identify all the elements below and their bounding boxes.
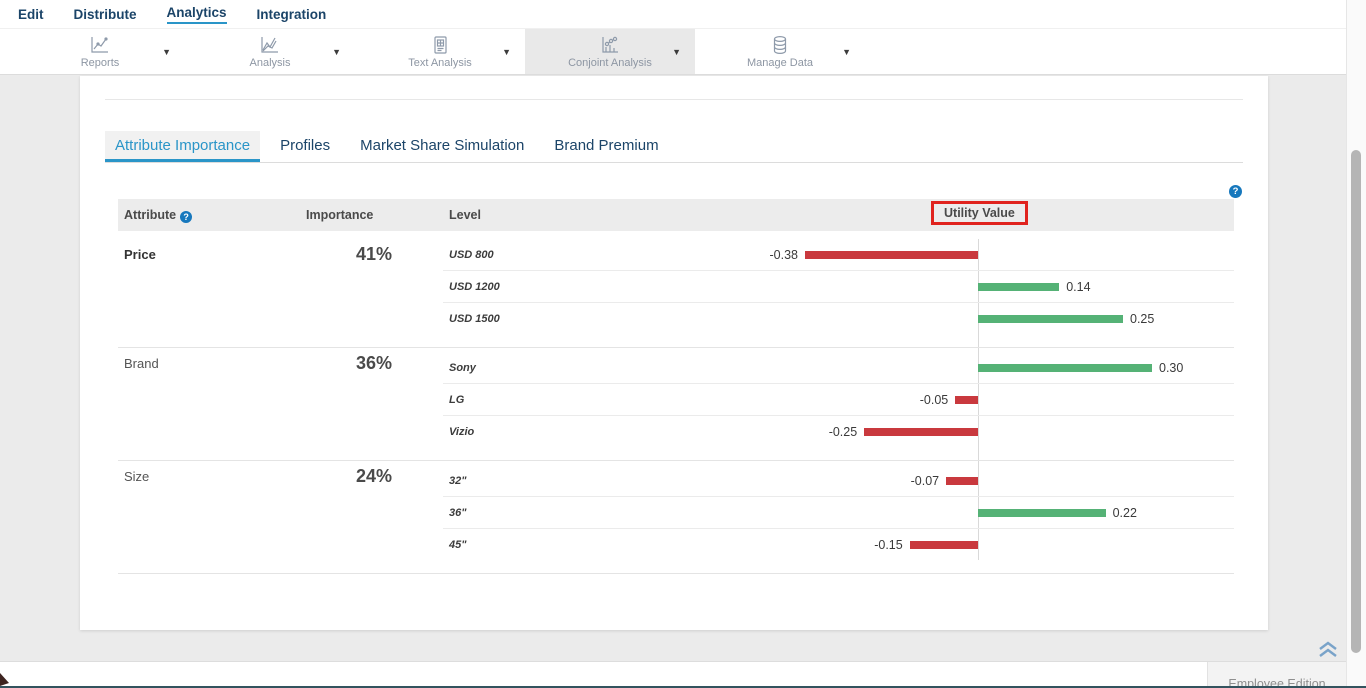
importance-value: 24% [305,466,443,487]
utility-row: 32" -0.07 [443,465,1234,497]
level-label: Sony [449,352,476,384]
attribute-importance-table: Attribute? Importance Level Utility Valu… [118,199,1234,574]
conjoint-scatter-icon [599,34,621,56]
utility-row: USD 800 -0.38 [443,239,1234,271]
chevron-down-icon[interactable]: ▼ [502,47,511,57]
level-label: USD 1500 [449,303,500,335]
attribute-group-brand: Brand 36% Sony 0.30 LG -0.05 Vizio -0.25 [118,348,1234,461]
vertical-scrollbar[interactable] [1346,0,1366,688]
reports-line-chart-icon [89,34,111,56]
utility-value-label: 0.22 [1113,497,1137,529]
utility-row: Vizio -0.25 [443,416,1234,448]
chevron-down-icon[interactable]: ▼ [672,47,681,57]
nav-item-edit[interactable]: Edit [18,7,44,22]
utility-row: USD 1200 0.14 [443,271,1234,303]
nav-item-analytics[interactable]: Analytics [167,5,227,24]
level-label: 36" [449,497,466,529]
edition-badge: Employee Edition [1207,662,1346,688]
table-header-row: Attribute? Importance Level Utility Valu… [118,199,1234,231]
importance-value: 41% [305,244,443,265]
utility-bar [864,428,978,436]
table-body: Price 41% USD 800 -0.38 USD 1200 0.14 US… [118,231,1234,574]
utility-bar [805,251,978,259]
level-label: LG [449,384,464,416]
utility-value-label: -0.05 [920,384,949,416]
scroll-to-top-button[interactable] [1318,640,1338,658]
chevron-down-icon[interactable]: ▼ [332,47,341,57]
attribute-name: Price [124,247,156,262]
double-chevron-up-icon [1318,640,1338,658]
utility-bar [978,283,1059,291]
tab-attribute-importance[interactable]: Attribute Importance [105,131,260,162]
help-icon[interactable]: ? [1229,185,1242,198]
toolbar-item-label: Text Analysis [408,57,472,69]
utility-value-label: -0.25 [829,416,858,448]
level-label: 32" [449,465,466,497]
column-header-importance: Importance [306,199,373,231]
toolbar-item-conjoint-analysis[interactable]: Conjoint Analysis ▼ [525,29,695,74]
utility-bar [978,364,1152,372]
tab-market-share-simulation[interactable]: Market Share Simulation [350,131,534,162]
utility-row: USD 1500 0.25 [443,303,1234,335]
utility-bar [978,315,1123,323]
annotation-box-utility-value: Utility Value [931,201,1028,225]
attribute-help-icon[interactable]: ? [180,211,192,223]
utility-value-label: 0.25 [1130,303,1154,335]
toolbar-item-analysis[interactable]: Analysis ▼ [185,29,355,74]
column-header-utility-value: Utility Value [944,206,1015,220]
text-analysis-document-icon [430,34,450,56]
toolbar-item-text-analysis[interactable]: Text Analysis ▼ [355,29,525,74]
attribute-group-price: Price 41% USD 800 -0.38 USD 1200 0.14 US… [118,239,1234,348]
utility-row: 45" -0.15 [443,529,1234,561]
utility-bar [946,477,978,485]
toolbar-item-reports[interactable]: Reports ▼ [15,29,185,74]
scrollbar-thumb[interactable] [1351,150,1361,653]
column-header-attribute: Attribute? [124,199,192,231]
utility-bar [955,396,978,404]
analytics-toolbar: Reports ▼ Analysis ▼ Text Analysis ▼ [0,28,1346,75]
database-icon [770,34,790,56]
importance-value: 36% [305,353,443,374]
analysis-line-chart-icon [259,34,281,56]
conjoint-tabs: Attribute Importance Profiles Market Sha… [105,131,1243,163]
utility-value-label: -0.38 [770,239,799,271]
footer-bar: Employee Edition [0,661,1346,688]
top-nav: Edit Distribute Analytics Integration [0,0,1346,28]
divider [105,99,1243,100]
utility-value-label: 0.30 [1159,352,1183,384]
attribute-group-size: Size 24% 32" -0.07 36" 0.22 45" -0.15 [118,461,1234,574]
toolbar-item-label: Manage Data [747,57,813,69]
column-header-level: Level [449,199,481,231]
utility-row: Sony 0.30 [443,352,1234,384]
tab-profiles[interactable]: Profiles [270,131,340,162]
level-label: 45" [449,529,466,561]
toolbar-item-label: Reports [81,57,120,69]
level-label: USD 800 [449,239,494,271]
chevron-down-icon[interactable]: ▼ [162,47,171,57]
mouse-cursor [0,673,10,686]
nav-item-integration[interactable]: Integration [257,7,327,22]
level-label: USD 1200 [449,271,500,303]
utility-value-label: -0.07 [911,465,940,497]
attribute-name: Brand [124,356,159,371]
utility-value-label: -0.15 [874,529,903,561]
utility-bar [910,541,978,549]
nav-item-distribute[interactable]: Distribute [74,7,137,22]
attribute-name: Size [124,469,149,484]
utility-row: LG -0.05 [443,384,1234,416]
toolbar-item-manage-data[interactable]: Manage Data ▼ [695,29,865,74]
tab-brand-premium[interactable]: Brand Premium [544,131,668,162]
level-label: Vizio [449,416,474,448]
toolbar-item-label: Conjoint Analysis [568,57,652,69]
chevron-down-icon[interactable]: ▼ [842,47,851,57]
utility-row: 36" 0.22 [443,497,1234,529]
toolbar-item-label: Analysis [250,57,291,69]
conjoint-analysis-panel: Attribute Importance Profiles Market Sha… [80,76,1268,630]
utility-value-label: 0.14 [1066,271,1090,303]
utility-bar [978,509,1106,517]
